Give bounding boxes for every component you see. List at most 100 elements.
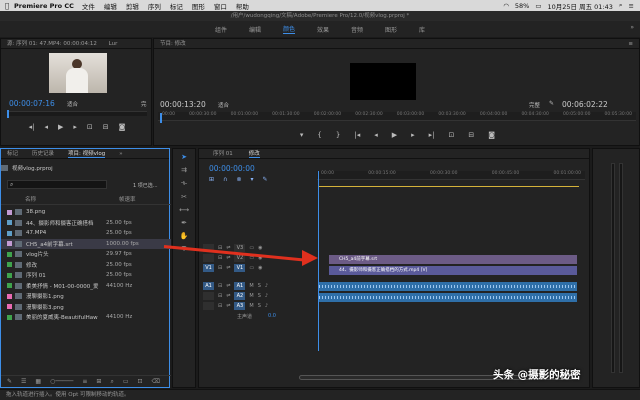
tab-history[interactable]: 历史记录 [32,149,54,158]
step-forward-icon[interactable]: ▸ [73,123,77,131]
timeline-playhead[interactable] [318,171,319,351]
timeline-timecode[interactable]: 00:00:00:00 [209,164,255,173]
track-label-a3[interactable]: A3 [234,302,246,310]
project-item[interactable]: 47.MP4 25.00 fps [1,228,171,239]
project-item-selected[interactable]: CH5_a4前字幕.srt 1000.00 fps [1,238,171,249]
lift-icon[interactable]: ⊡ [449,131,455,139]
program-fit-select[interactable]: 适合 [218,101,229,109]
lock-icon[interactable]: ✎ [7,378,12,385]
track-select-icon[interactable]: ⇉ [181,166,187,174]
app-name-menu[interactable]: Premiere Pro CC [14,2,74,10]
source-patch[interactable] [203,254,214,262]
microphone-icon[interactable]: ♪ [265,293,268,299]
pen-icon[interactable]: ✒ [181,219,187,227]
zoom-slider[interactable]: ○───── [50,378,73,385]
project-item[interactable]: 38.png [1,207,171,218]
new-item-icon[interactable]: ⊡ [138,378,143,385]
tab-project[interactable]: 项目: 视频vlog [68,149,106,158]
column-name[interactable]: 名称 [25,195,119,204]
panel-more-icon[interactable]: » [119,149,122,158]
go-to-out-icon[interactable]: ▸| [429,131,435,139]
razor-icon[interactable]: ✂ [181,193,187,201]
source-patch-a1[interactable]: A1 [203,282,214,290]
timeline-tab-edit[interactable]: 修改 [248,149,260,158]
audio-clip-a1[interactable] [319,282,577,291]
tab-markers[interactable]: 标记 [7,149,18,158]
sync-lock-icon[interactable]: ⇌ [226,283,230,289]
play-icon[interactable]: ▶ [58,123,63,131]
mute-button[interactable]: M [249,303,253,309]
lock-track-icon[interactable]: ⊟ [218,293,222,299]
play-icon[interactable]: ▶ [392,131,397,139]
panel-menu-icon[interactable]: ≡ [628,39,633,49]
lock-track-icon[interactable]: ⊟ [218,255,222,261]
project-item[interactable]: 漫聊摄影3.png [1,302,171,313]
solo-button[interactable]: S [258,293,261,299]
project-item[interactable]: 修改 25.00 fps [1,260,171,271]
toggle-output-icon[interactable]: ▭ [249,245,254,251]
source-time-ruler[interactable] [7,110,147,118]
track-label-v1[interactable]: V1 [234,264,246,272]
menu-clip[interactable]: 剪辑 [126,1,139,11]
solo-button[interactable]: S [258,303,261,309]
project-item[interactable]: vlog片头 29.97 fps [1,249,171,260]
apple-icon[interactable]:  [0,2,14,10]
workspace-tab-editing[interactable]: 编辑 [249,25,261,34]
go-to-in-icon[interactable]: |◂ [354,131,360,139]
program-quality-select[interactable]: 完整 [529,101,540,109]
workspace-tab-effects[interactable]: 效果 [317,25,329,34]
find-icon[interactable]: ⌕ [110,378,113,386]
sync-lock-icon[interactable]: ⇌ [226,255,230,261]
menu-list-icon[interactable]: ≡ [629,2,634,10]
source-patch[interactable] [203,302,214,310]
source-fit-select[interactable]: 适合 [67,100,78,108]
workspace-tab-graphics[interactable]: 图形 [385,25,397,34]
program-video-frame[interactable] [350,63,416,100]
project-item[interactable]: 序列 01 25.00 fps [1,270,171,281]
source-patch-v1[interactable]: V1 [203,264,214,272]
nest-icon[interactable]: ⊞ [209,176,214,183]
ripple-edit-icon[interactable]: ⟛ [181,179,187,188]
program-playhead[interactable] [160,113,162,123]
wifi-icon[interactable]: ◠ [503,2,509,10]
mute-button[interactable]: M [249,283,253,289]
snap-icon[interactable]: ∩ [223,176,227,183]
source-patch[interactable] [203,292,214,300]
project-search-input[interactable]: ⌕ [7,180,107,189]
step-back-frame-icon[interactable]: ◂ [374,131,378,139]
new-bin-icon[interactable]: ▭ [123,378,129,385]
step-back-icon[interactable]: ◂| [29,123,35,131]
source-playhead[interactable] [7,110,9,118]
export-frame-icon[interactable]: ◙ [488,131,495,139]
linked-selection-icon[interactable]: ⊗ [236,176,241,183]
mute-button[interactable]: M [249,293,253,299]
marker-icon[interactable]: ▾ [300,131,304,139]
add-marker-icon[interactable]: ▾ [250,176,253,183]
step-back-frame-icon[interactable]: ◂ [44,123,48,131]
sync-lock-icon[interactable]: ⇌ [226,303,230,309]
hand-icon[interactable]: ✋ [180,232,189,240]
insert-icon[interactable]: ⊡ [87,123,93,131]
timeline-settings-icon[interactable]: ✎ [262,176,267,183]
automate-icon[interactable]: ⊞ [96,378,101,385]
slip-icon[interactable]: ⟷ [179,206,189,214]
menu-marker[interactable]: 标记 [170,1,183,11]
workspace-tab-assembly[interactable]: 组件 [215,25,227,34]
menu-graphics[interactable]: 图形 [192,1,205,11]
source-timecode[interactable]: 00:00:07:16 [9,99,55,108]
menu-sequence[interactable]: 序列 [148,1,161,11]
battery-icon[interactable]: ▭ [535,2,541,10]
menu-window[interactable]: 窗口 [214,1,227,11]
lock-track-icon[interactable]: ⊟ [218,303,222,309]
list-view-icon[interactable]: ☰ [21,378,26,385]
source-quality-select[interactable]: 完 [141,100,147,108]
program-time-ruler[interactable]: 00:00 00:00:30:00 00:01:00:00 00:01:30:0… [158,112,636,121]
track-label-a2[interactable]: A2 [234,292,246,300]
track-label-v3[interactable]: V3 [234,244,246,252]
selection-tool-icon[interactable]: ➤ [181,153,187,161]
source-monitor-tab[interactable]: 源: 序列 01: 47.MP4: 00:00:04:12 [7,41,97,47]
audio-clip-a2[interactable] [319,293,577,302]
project-item[interactable]: 柔美抒情 - M01-00-0000_爱 44100 Hz [1,281,171,292]
menu-help[interactable]: 帮助 [236,1,249,11]
workspace-more-icon[interactable]: » [630,24,634,31]
